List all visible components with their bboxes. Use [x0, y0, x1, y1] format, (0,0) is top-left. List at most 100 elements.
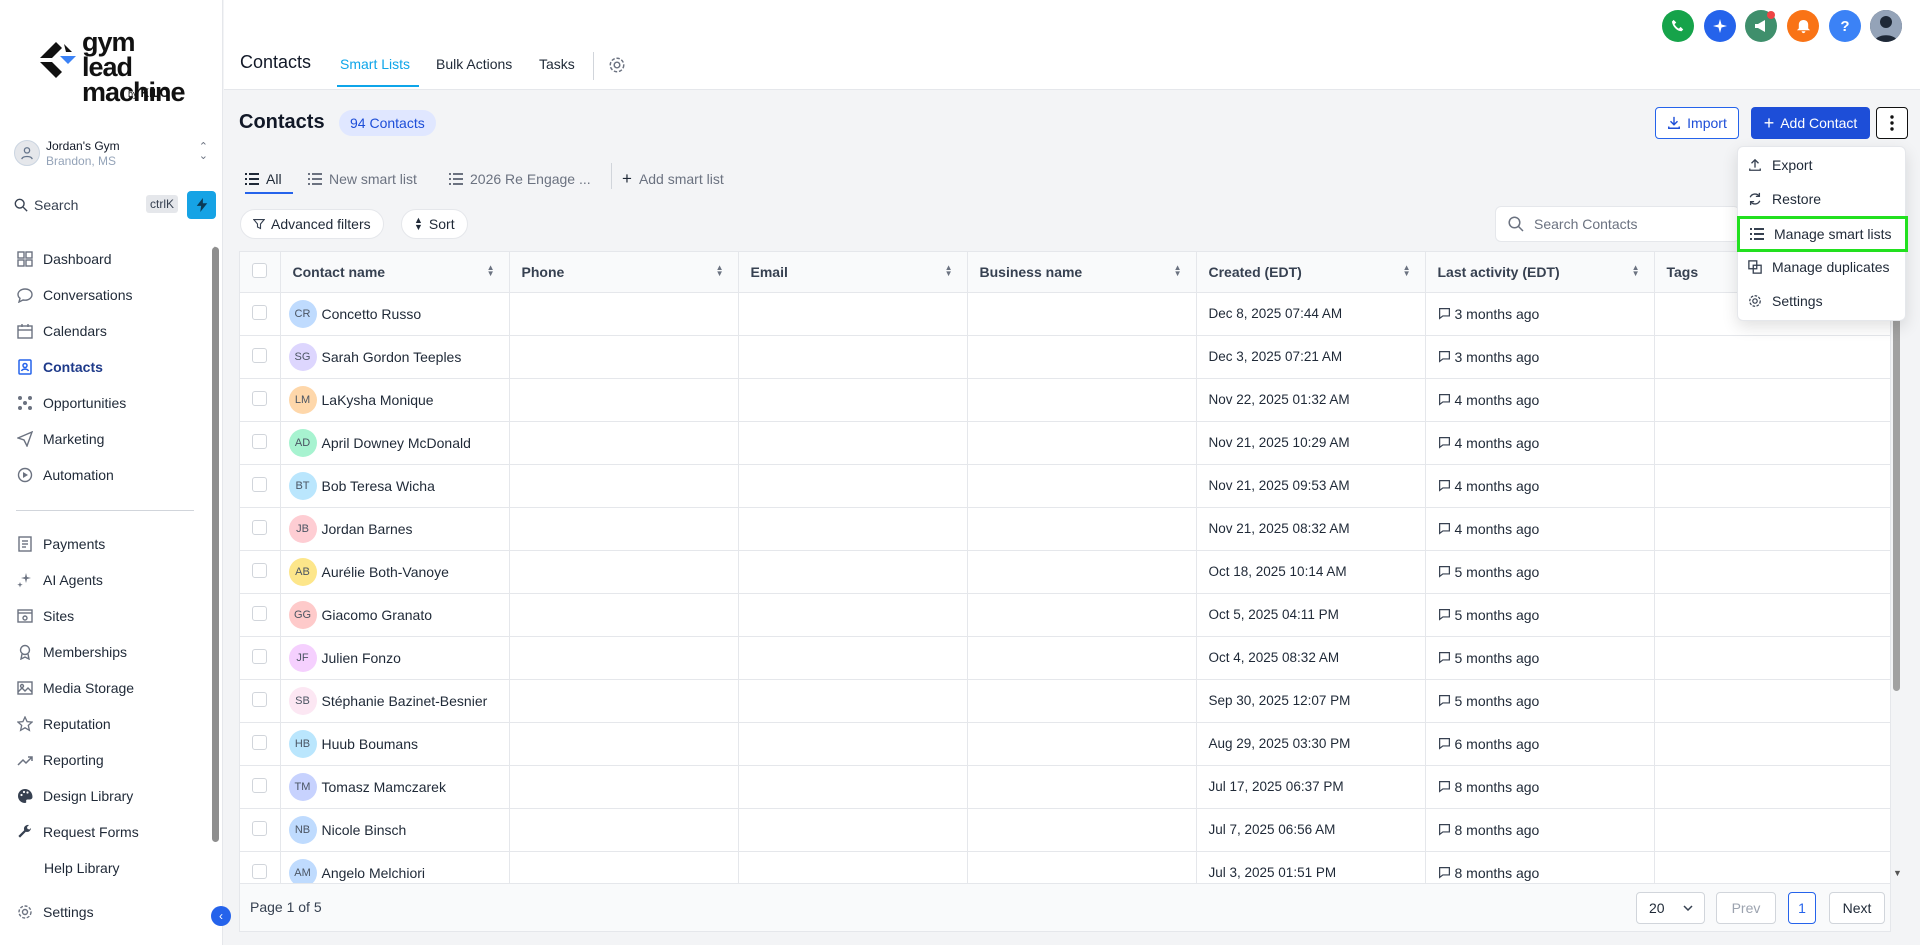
- tab-bulk-actions[interactable]: Bulk Actions: [436, 56, 512, 72]
- table-row[interactable]: TM Tomasz Mamczarek Jul 17, 2025 06:37 PM 8…: [240, 765, 1890, 809]
- sidebar-item-memberships[interactable]: Memberships: [16, 634, 206, 670]
- sort-icon[interactable]: ▲ ▼: [487, 264, 495, 278]
- announcements-button[interactable]: [1745, 10, 1777, 42]
- contact-name-cell[interactable]: SB Stéphanie Bazinet-Besnier: [280, 679, 510, 723]
- column-email[interactable]: Email ▲ ▼: [738, 252, 968, 293]
- column-business-name[interactable]: Business name ▲ ▼: [967, 252, 1197, 293]
- contact-name[interactable]: LaKysha Monique: [322, 392, 434, 408]
- row-select-cell[interactable]: [240, 679, 281, 723]
- contact-name[interactable]: Giacomo Granato: [322, 607, 433, 623]
- table-row[interactable]: AB Aurélie Both-Vanoye Oct 18, 2025 10:14 …: [240, 550, 1890, 594]
- row-checkbox[interactable]: [252, 777, 267, 793]
- add-smart-list-button[interactable]: + Add smart list: [622, 166, 724, 192]
- tab-tasks[interactable]: Tasks: [539, 56, 575, 72]
- prev-page-button[interactable]: Prev: [1716, 892, 1776, 924]
- table-row[interactable]: SB Stéphanie Bazinet-Besnier Sep 30, 2025 …: [240, 679, 1890, 723]
- notifications-button[interactable]: [1787, 10, 1819, 42]
- contact-name[interactable]: Julien Fonzo: [322, 650, 401, 666]
- row-select-cell[interactable]: [240, 636, 281, 680]
- advanced-filters-button[interactable]: Advanced filters: [240, 209, 384, 239]
- sidebar-item-sites[interactable]: Sites: [16, 598, 206, 634]
- table-row[interactable]: JF Julien Fonzo Oct 4, 2025 08:32 AM 5 mont…: [240, 636, 1890, 680]
- row-checkbox[interactable]: [252, 691, 267, 707]
- page-size-select[interactable]: 20: [1636, 892, 1705, 924]
- row-checkbox[interactable]: [252, 562, 267, 578]
- menu-item-manage-duplicates[interactable]: Manage duplicates: [1738, 252, 1907, 282]
- row-select-cell[interactable]: [240, 808, 281, 852]
- contact-name-cell[interactable]: AM Angelo Melchiori: [280, 851, 510, 883]
- row-checkbox[interactable]: [252, 347, 267, 363]
- row-select-cell[interactable]: [240, 464, 281, 508]
- menu-item-manage-smart-lists[interactable]: Manage smart lists: [1737, 216, 1908, 252]
- smartlist-tab-new[interactable]: New smart list: [308, 166, 417, 192]
- tab-smart-lists[interactable]: Smart Lists: [340, 56, 410, 72]
- contact-name-cell[interactable]: GG Giacomo Granato: [280, 593, 510, 637]
- sidebar-item-calendars[interactable]: Calendars: [16, 313, 206, 349]
- row-select-cell[interactable]: [240, 378, 281, 422]
- contact-name-cell[interactable]: AD April Downey McDonald: [280, 421, 510, 465]
- header-gear-icon[interactable]: [608, 56, 626, 77]
- sort-icon[interactable]: ▲ ▼: [945, 264, 953, 278]
- select-all-cell[interactable]: [240, 252, 281, 293]
- table-row[interactable]: SG Sarah Gordon Teeples Dec 3, 2025 07:21 …: [240, 335, 1890, 379]
- add-contact-button[interactable]: + Add Contact: [1751, 107, 1870, 139]
- collapse-sidebar-button[interactable]: ‹: [211, 906, 231, 926]
- sort-icon[interactable]: ▲ ▼: [1174, 264, 1182, 278]
- column-created[interactable]: Created (EDT) ▲ ▼: [1196, 252, 1426, 293]
- row-checkbox[interactable]: [252, 519, 267, 535]
- search-contacts-input[interactable]: [1534, 216, 1734, 232]
- row-select-cell[interactable]: [240, 765, 281, 809]
- row-select-cell[interactable]: [240, 292, 281, 336]
- help-button[interactable]: ?: [1829, 10, 1861, 42]
- menu-item-settings[interactable]: Settings: [1738, 286, 1907, 316]
- sidebar-item-design-library[interactable]: Design Library: [16, 778, 206, 814]
- table-row[interactable]: HB Huub Boumans Aug 29, 2025 03:30 PM 6 mon…: [240, 722, 1890, 766]
- table-row[interactable]: LM LaKysha Monique Nov 22, 2025 01:32 AM 4 …: [240, 378, 1890, 422]
- menu-item-restore[interactable]: Restore: [1738, 184, 1907, 214]
- row-select-cell[interactable]: [240, 851, 281, 883]
- more-options-button[interactable]: [1876, 107, 1908, 139]
- table-row[interactable]: JB Jordan Barnes Nov 21, 2025 08:32 AM 4 mo…: [240, 507, 1890, 551]
- row-checkbox[interactable]: [252, 304, 267, 320]
- table-row[interactable]: BT Bob Teresa Wicha Nov 21, 2025 09:53 AM 4…: [240, 464, 1890, 508]
- row-select-cell[interactable]: [240, 593, 281, 637]
- sidebar-item-marketing[interactable]: Marketing: [16, 421, 206, 457]
- contact-name[interactable]: April Downey McDonald: [322, 435, 471, 451]
- row-select-cell[interactable]: [240, 421, 281, 465]
- sidebar-item-settings[interactable]: Settings: [16, 894, 166, 930]
- contact-name[interactable]: Huub Boumans: [322, 736, 419, 752]
- contact-name[interactable]: Jordan Barnes: [322, 521, 413, 537]
- quick-action-bolt-button[interactable]: [187, 191, 216, 219]
- page-1-button[interactable]: 1: [1788, 892, 1816, 924]
- row-checkbox[interactable]: [252, 390, 267, 406]
- sidebar-scrollbar[interactable]: [212, 247, 219, 842]
- row-checkbox[interactable]: [252, 820, 267, 836]
- sidebar-item-media-storage[interactable]: Media Storage: [16, 670, 206, 706]
- table-row[interactable]: GG Giacomo Granato Oct 5, 2025 04:11 PM 5 m…: [240, 593, 1890, 637]
- smartlist-tab-all[interactable]: All: [245, 166, 282, 192]
- sidebar-search[interactable]: Search ctrlK: [14, 191, 216, 219]
- ai-sparkle-button[interactable]: [1704, 10, 1736, 42]
- sidebar-item-reputation[interactable]: Reputation: [16, 706, 206, 742]
- sidebar-item-automation[interactable]: Automation: [16, 457, 206, 493]
- table-row[interactable]: NB Nicole Binsch Jul 7, 2025 06:56 AM 8 mon…: [240, 808, 1890, 852]
- sidebar-item-dashboard[interactable]: Dashboard: [16, 241, 206, 277]
- row-checkbox[interactable]: [252, 648, 267, 664]
- contact-name-cell[interactable]: NB Nicole Binsch: [280, 808, 510, 852]
- row-checkbox[interactable]: [252, 734, 267, 750]
- row-select-cell[interactable]: [240, 507, 281, 551]
- sort-button[interactable]: ▲ ▼ Sort: [401, 209, 468, 239]
- user-avatar[interactable]: [1870, 10, 1902, 42]
- phone-button[interactable]: [1662, 10, 1694, 42]
- row-select-cell[interactable]: [240, 550, 281, 594]
- sort-icon[interactable]: ▲ ▼: [716, 264, 724, 278]
- contact-name[interactable]: Stéphanie Bazinet-Besnier: [322, 693, 488, 709]
- table-row[interactable]: AD April Downey McDonald Nov 21, 2025 10:2…: [240, 421, 1890, 465]
- contact-name-cell[interactable]: CR Concetto Russo: [280, 292, 510, 336]
- contact-name-cell[interactable]: BT Bob Teresa Wicha: [280, 464, 510, 508]
- contact-name-cell[interactable]: JB Jordan Barnes: [280, 507, 510, 551]
- contact-name[interactable]: Sarah Gordon Teeples: [322, 349, 462, 365]
- contact-name[interactable]: Aurélie Both-Vanoye: [322, 564, 449, 580]
- table-row[interactable]: CR Concetto Russo Dec 8, 2025 07:44 AM 3 mo…: [240, 292, 1890, 336]
- row-checkbox[interactable]: [252, 433, 267, 449]
